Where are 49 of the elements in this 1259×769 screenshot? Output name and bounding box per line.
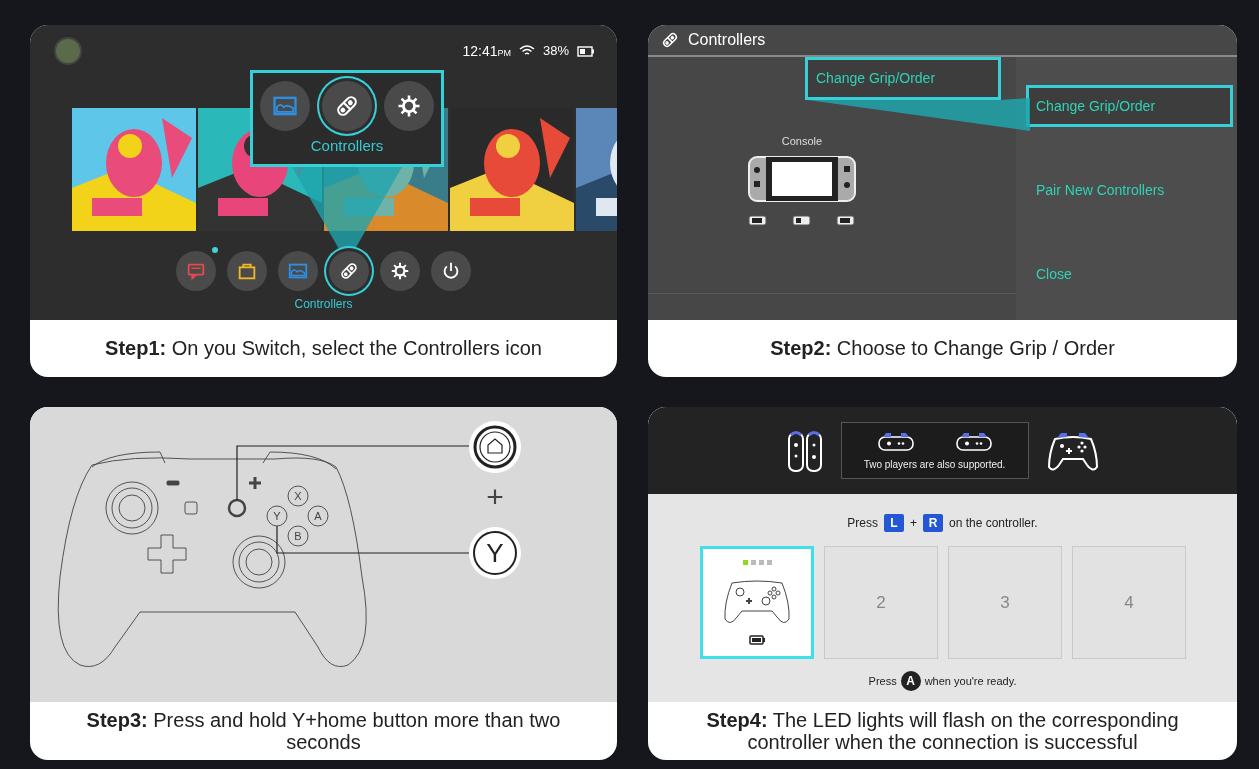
player-slot[interactable]: 4: [1072, 546, 1186, 659]
dock-button[interactable]: [431, 251, 471, 291]
dock-label: Controllers: [293, 296, 354, 313]
sideways-controller-icon: [954, 431, 993, 453]
notification-dot: [212, 247, 218, 253]
menu-item[interactable]: Close: [1016, 253, 1237, 295]
step-caption: Step4: The LED lights will flash on the corresponding controller when the connection is successful: [705, 708, 1180, 754]
prompt-text: on the controller.: [949, 515, 1038, 532]
wifi-icon: [518, 45, 535, 57]
controller-icon: [660, 30, 680, 50]
prompt-text: Press: [868, 673, 897, 689]
screen-title: Controllers: [688, 30, 766, 50]
popup-label: Controllers: [310, 136, 384, 156]
battery-icon: [748, 635, 766, 645]
callout-label: Change Grip/Order: [805, 57, 1001, 100]
settings-icon: [389, 260, 411, 282]
player-slot[interactable]: 3: [948, 546, 1062, 659]
sideways-controller-icon: [876, 431, 915, 453]
step-caption: Step1: On you Switch, select the Controllers icon: [105, 337, 542, 360]
prompt-text: Press: [847, 515, 878, 532]
clock-time: 12:41PM: [462, 41, 511, 61]
plus-sign: +: [486, 480, 504, 513]
face-button-letter: Y: [273, 510, 281, 522]
face-button-letter: A: [314, 510, 322, 522]
prompt-text: when you're ready.: [924, 673, 1017, 689]
home-button-icon: [469, 421, 521, 473]
button-letter: Y: [486, 538, 504, 568]
r-key: R: [923, 514, 943, 532]
battery-icon: [577, 45, 595, 57]
plus-sign: +: [909, 515, 917, 532]
l-key: L: [883, 514, 904, 532]
face-button-letter: X: [294, 490, 302, 502]
battery-percent: 38%: [542, 42, 569, 61]
dock-button[interactable]: [380, 251, 420, 291]
menu-item[interactable]: Change Grip/Order: [1026, 85, 1233, 127]
y-button-icon: [469, 527, 521, 579]
player-slot[interactable]: [700, 546, 814, 659]
step-caption: Step3: Press and hold Y+home button more than two seconds: [85, 708, 562, 754]
joy-con-pair-icon: [786, 428, 823, 473]
dock-button[interactable]: [227, 251, 267, 291]
controller-icon: [338, 260, 360, 282]
console-label: Console: [781, 134, 823, 149]
avatar-icon: [54, 37, 82, 65]
tooltip-text: Two players are also supported.: [863, 458, 1006, 472]
popup-icon-button[interactable]: [384, 81, 434, 131]
face-button-letter: B: [294, 530, 302, 542]
menu-item[interactable]: Pair New Controllers: [1016, 169, 1237, 211]
player-slot[interactable]: 2: [824, 546, 938, 659]
step-caption: Step2: Choose to Change Grip / Order: [770, 337, 1115, 360]
